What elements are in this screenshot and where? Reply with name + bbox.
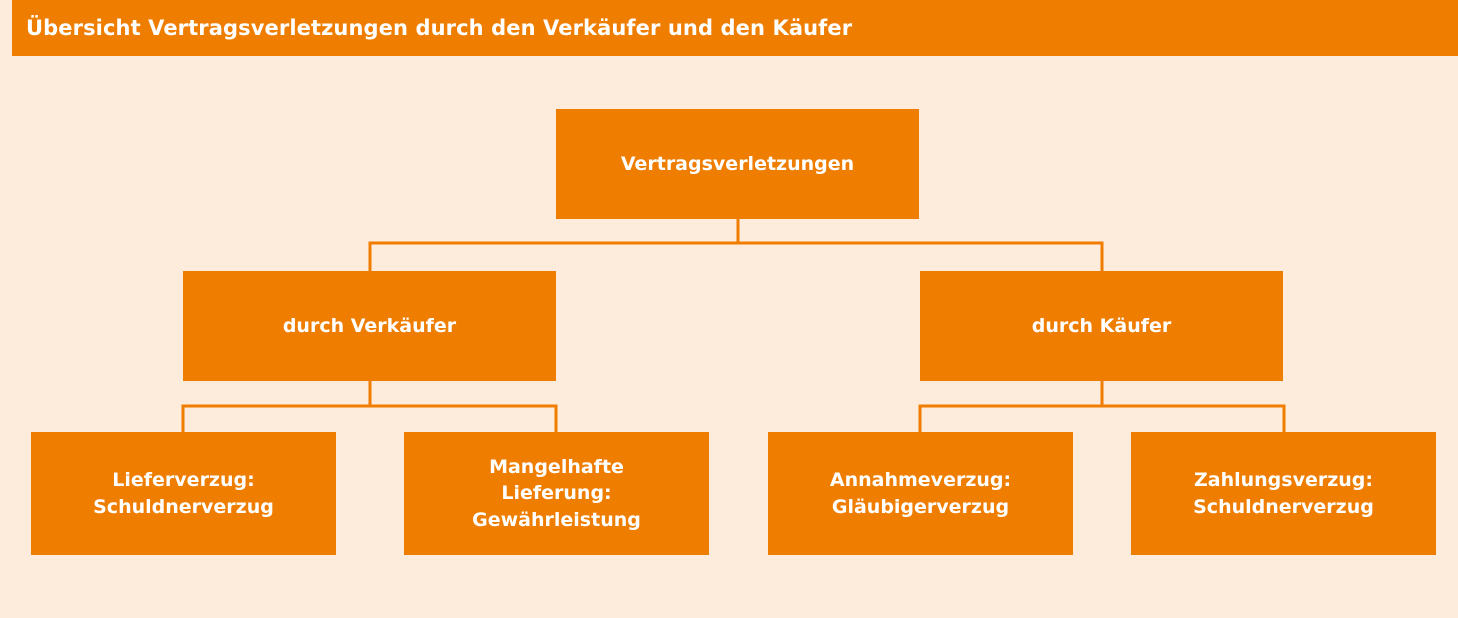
node-line: Gewährleistung	[472, 508, 641, 531]
node-seller: durch Verkäufer	[183, 271, 556, 381]
panel-title: Übersicht Vertragsverletzungen durch den…	[12, 0, 1458, 56]
node-lieferverzug: Lieferverzug: Schuldnerverzug	[31, 432, 336, 555]
node-line: Mangelhafte	[489, 456, 624, 479]
node-line: Zahlungsverzug:	[1193, 469, 1374, 492]
node-line: Gläubigerverzug	[831, 495, 1010, 518]
node-line: Schuldnerverzug	[93, 495, 274, 518]
node-seller-label: durch Verkäufer	[282, 314, 457, 337]
node-buyer-label: durch Käufer	[1031, 314, 1172, 337]
node-line: Lieferverzug:	[112, 469, 255, 492]
node-line: Schuldnerverzug	[1193, 495, 1374, 518]
node-buyer: durch Käufer	[920, 271, 1283, 381]
node-line: Lieferung:	[501, 482, 612, 505]
node-line: Annahmeverzug:	[829, 469, 1012, 492]
diagram-panel: Übersicht Vertragsverletzungen durch den…	[0, 0, 1458, 618]
node-root: Vertragsverletzungen	[556, 109, 919, 219]
node-annahmeverzug: Annahmeverzug: Gläubigerverzug	[768, 432, 1073, 555]
node-mangelhafte-lieferung: Mangelhafte Lieferung: Gewährleistung	[404, 432, 709, 555]
node-zahlungsverzug: Zahlungsverzug: Schuldnerverzug	[1131, 432, 1436, 555]
node-root-label: Vertragsverletzungen	[620, 152, 855, 175]
